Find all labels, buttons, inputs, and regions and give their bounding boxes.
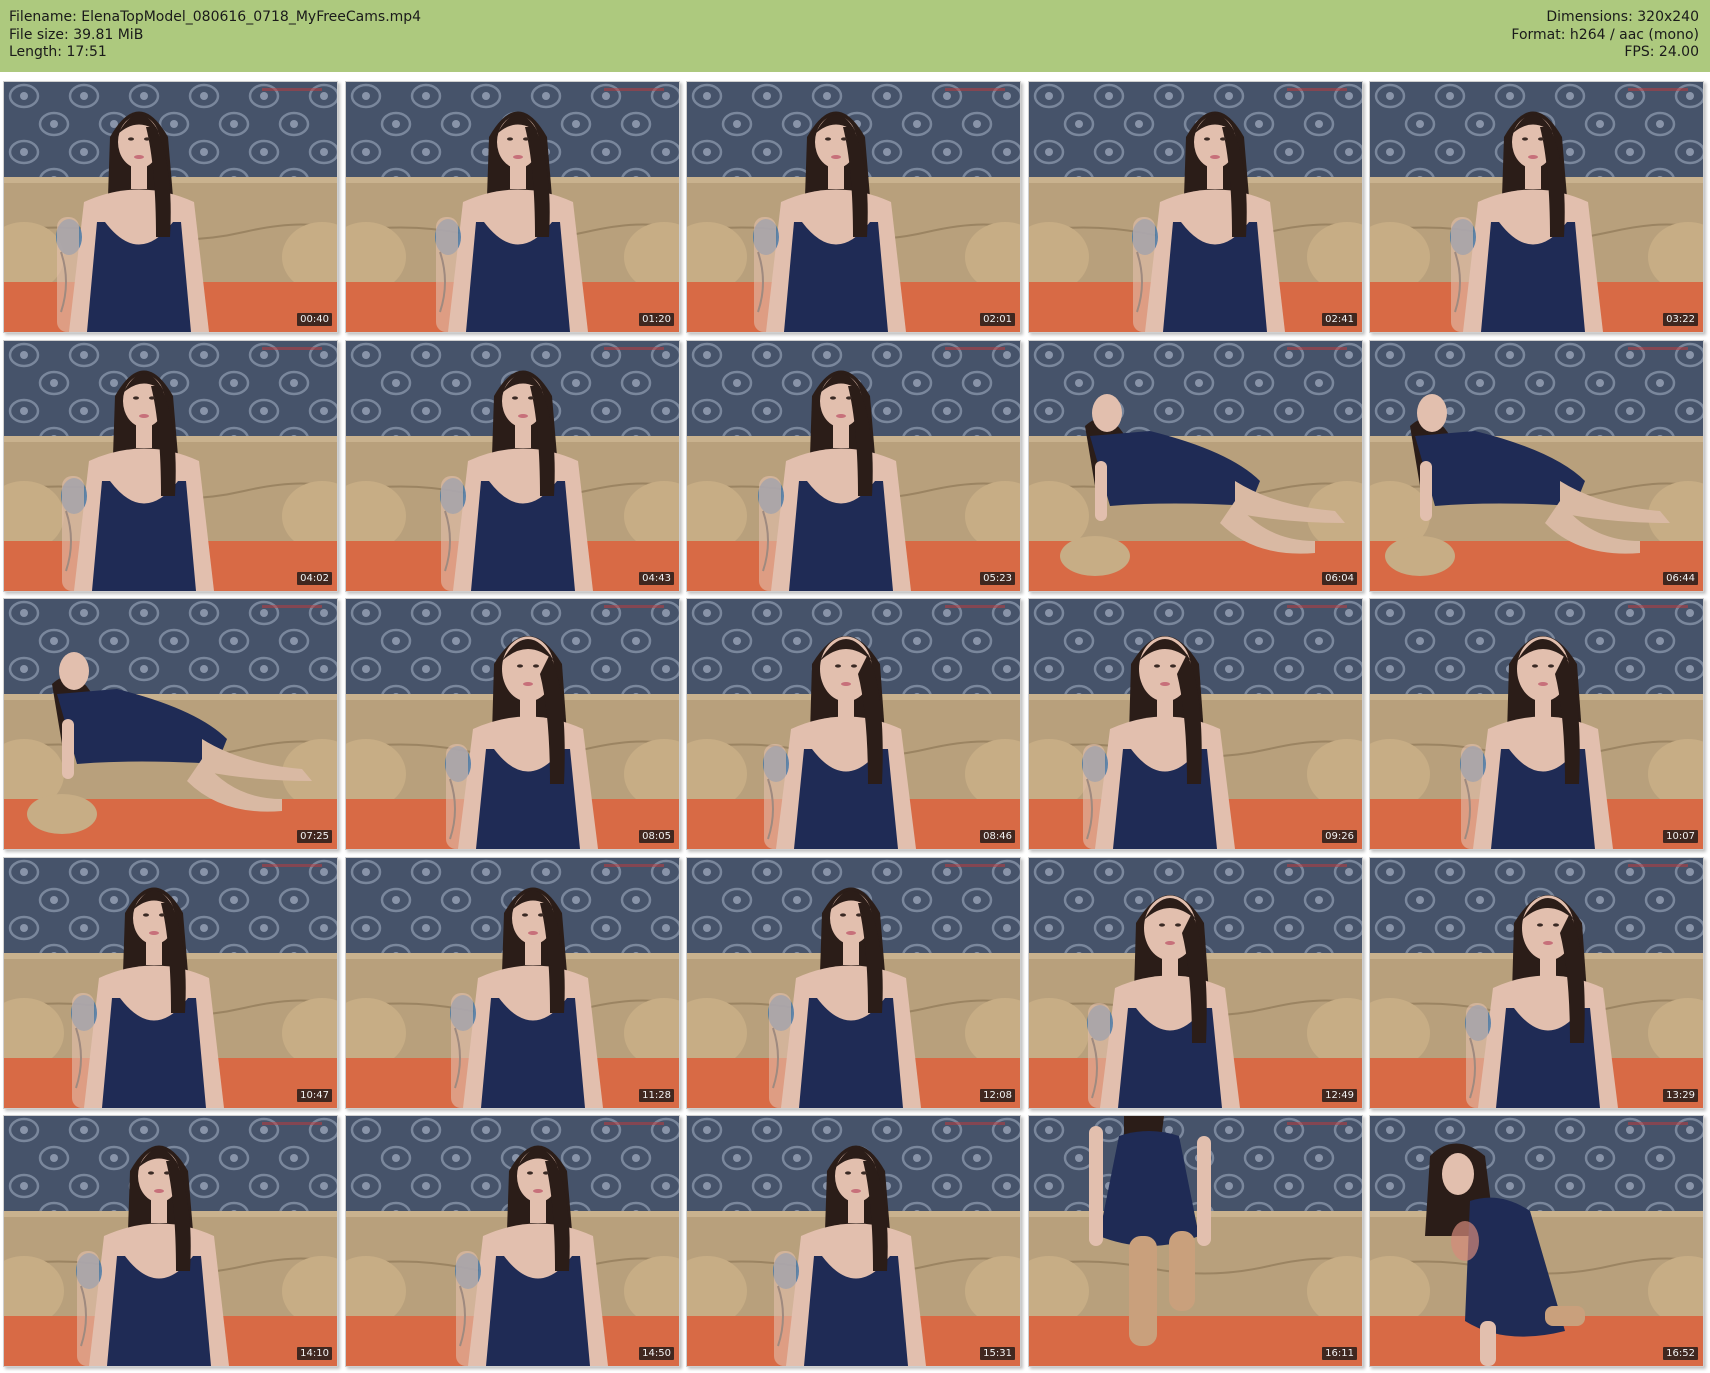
video-thumbnail: 01:20 bbox=[345, 81, 680, 333]
info-header: Filename: ElenaTopModel_080616_0718_MyFr… bbox=[0, 0, 1710, 72]
video-thumbnail: 08:46 bbox=[686, 598, 1021, 850]
frame-image bbox=[1029, 599, 1362, 849]
video-thumbnail: 08:05 bbox=[345, 598, 680, 850]
video-thumbnail: 11:28 bbox=[345, 857, 680, 1109]
video-thumbnail: 04:02 bbox=[3, 340, 338, 592]
thumbnail-timestamp: 02:41 bbox=[1322, 313, 1357, 326]
thumbnail-timestamp: 14:10 bbox=[297, 1347, 332, 1360]
frame-image bbox=[346, 341, 679, 591]
frame-image bbox=[346, 82, 679, 332]
frame-image bbox=[1370, 858, 1703, 1108]
thumbnail-timestamp: 15:31 bbox=[980, 1347, 1015, 1360]
thumbnail-timestamp: 06:44 bbox=[1663, 572, 1698, 585]
video-thumbnail: 10:47 bbox=[3, 857, 338, 1109]
frame-image bbox=[4, 599, 337, 849]
filename-text: Filename: ElenaTopModel_080616_0718_MyFr… bbox=[9, 9, 422, 25]
stream-info: Dimensions: 320x240 Format: h264 / aac (… bbox=[1511, 9, 1699, 62]
frame-image bbox=[687, 341, 1020, 591]
thumbnail-timestamp: 06:04 bbox=[1322, 572, 1357, 585]
frame-image bbox=[1370, 1116, 1703, 1366]
format-text: Format: h264 / aac (mono) bbox=[1511, 26, 1699, 43]
frame-image bbox=[4, 82, 337, 332]
thumbnail-timestamp: 02:01 bbox=[980, 313, 1015, 326]
frame-image bbox=[687, 82, 1020, 332]
thumbnail-timestamp: 16:52 bbox=[1663, 1347, 1698, 1360]
frame-image bbox=[346, 599, 679, 849]
thumbnail-timestamp: 01:20 bbox=[639, 313, 674, 326]
frame-image bbox=[346, 858, 679, 1108]
thumbnail-timestamp: 12:08 bbox=[980, 1089, 1015, 1102]
fps-text: FPS: 24.00 bbox=[1624, 44, 1699, 60]
frame-image bbox=[1029, 82, 1362, 332]
frame-image bbox=[687, 1116, 1020, 1366]
thumbnail-timestamp: 10:47 bbox=[297, 1089, 332, 1102]
video-thumbnail: 06:04 bbox=[1028, 340, 1363, 592]
frame-image bbox=[4, 858, 337, 1108]
video-thumbnail: 12:08 bbox=[686, 857, 1021, 1109]
thumbnail-timestamp: 12:49 bbox=[1322, 1089, 1357, 1102]
thumbnail-timestamp: 03:22 bbox=[1663, 313, 1698, 326]
video-thumbnail: 05:23 bbox=[686, 340, 1021, 592]
frame-image bbox=[1029, 858, 1362, 1108]
frame-image bbox=[4, 341, 337, 591]
thumbnail-timestamp: 14:50 bbox=[639, 1347, 674, 1360]
thumbnail-timestamp: 00:40 bbox=[297, 313, 332, 326]
video-thumbnail: 16:52 bbox=[1369, 1115, 1704, 1367]
thumbnail-timestamp: 07:25 bbox=[297, 830, 332, 843]
frame-image bbox=[1370, 82, 1703, 332]
length-text: Length: 17:51 bbox=[9, 44, 107, 60]
video-thumbnail: 06:44 bbox=[1369, 340, 1704, 592]
video-thumbnail: 03:22 bbox=[1369, 81, 1704, 333]
thumbnail-timestamp: 08:46 bbox=[980, 830, 1015, 843]
thumbnail-timestamp: 08:05 bbox=[639, 830, 674, 843]
thumbnail-timestamp: 10:07 bbox=[1663, 830, 1698, 843]
video-thumbnail: 15:31 bbox=[686, 1115, 1021, 1367]
frame-image bbox=[687, 858, 1020, 1108]
video-thumbnail: 14:10 bbox=[3, 1115, 338, 1367]
thumbnail-timestamp: 04:02 bbox=[297, 572, 332, 585]
frame-image bbox=[1029, 341, 1362, 591]
video-thumbnail: 13:29 bbox=[1369, 857, 1704, 1109]
video-thumbnail: 07:25 bbox=[3, 598, 338, 850]
frame-image bbox=[346, 1116, 679, 1366]
thumbnail-timestamp: 11:28 bbox=[639, 1089, 674, 1102]
video-thumbnail: 04:43 bbox=[345, 340, 680, 592]
video-thumbnail: 02:41 bbox=[1028, 81, 1363, 333]
video-thumbnail: 00:40 bbox=[3, 81, 338, 333]
thumbnail-timestamp: 16:11 bbox=[1322, 1347, 1357, 1360]
thumbnail-grid: 00:40 01:20 02:01 02:41 03:22 04:02 04:43 05:23… bbox=[3, 81, 1707, 1369]
video-thumbnail: 14:50 bbox=[345, 1115, 680, 1367]
thumbnail-timestamp: 13:29 bbox=[1663, 1089, 1698, 1102]
video-thumbnail: 10:07 bbox=[1369, 598, 1704, 850]
filesize-text: File size: 39.81 MiB bbox=[9, 26, 144, 43]
video-thumbnail: 12:49 bbox=[1028, 857, 1363, 1109]
video-thumbnail: 16:11 bbox=[1028, 1115, 1363, 1367]
frame-image bbox=[1370, 341, 1703, 591]
video-thumbnail: 09:26 bbox=[1028, 598, 1363, 850]
dimensions-text: Dimensions: 320x240 bbox=[1546, 9, 1699, 25]
frame-image bbox=[1370, 599, 1703, 849]
thumbnail-timestamp: 04:43 bbox=[639, 572, 674, 585]
thumbnail-timestamp: 09:26 bbox=[1322, 830, 1357, 843]
frame-image bbox=[1029, 1116, 1362, 1366]
frame-image bbox=[4, 1116, 337, 1366]
thumbnail-timestamp: 05:23 bbox=[980, 572, 1015, 585]
file-info: Filename: ElenaTopModel_080616_0718_MyFr… bbox=[9, 9, 421, 62]
video-thumbnail: 02:01 bbox=[686, 81, 1021, 333]
frame-image bbox=[687, 599, 1020, 849]
